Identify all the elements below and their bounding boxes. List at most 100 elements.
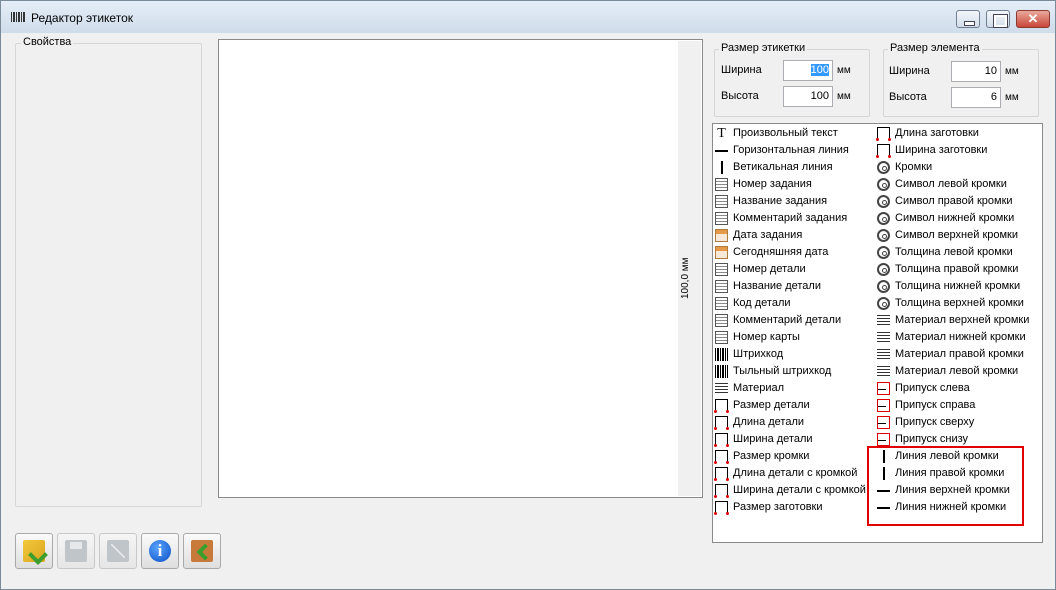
palette-item-label: Номер карты [733, 331, 800, 343]
palette-item-label: Ширина заготовки [895, 144, 988, 156]
element-height-unit: мм [1005, 92, 1019, 103]
palette-item-label: Комментарий задания [733, 212, 848, 224]
palette-item-label: Материал левой кромки [895, 365, 1019, 377]
spiral-icon [877, 263, 890, 276]
palette-item-label: Размер кромки [733, 450, 810, 462]
palette-item-label: Название задания [733, 195, 828, 207]
palette-item-label: Тыльный штрихкод [733, 365, 832, 377]
document-icon [715, 195, 728, 208]
horizontal-line-icon [877, 484, 890, 497]
palette-item-label: Линия правой кромки [895, 467, 1005, 479]
palette-item-label: Длина заготовки [895, 127, 979, 139]
dimension-icon [714, 416, 729, 430]
material-icon [877, 331, 890, 344]
palette-item-label: Припуск справа [895, 399, 976, 411]
title-bar[interactable]: Редактор этикеток ✕ [1, 1, 1055, 33]
label-height-unit: мм [837, 91, 851, 102]
dimension-icon [714, 501, 729, 515]
save-as-button[interactable] [99, 533, 137, 569]
label-editor-window: Редактор этикеток ✕ Свойства 100,0 мм Ра… [0, 0, 1056, 590]
spiral-icon [877, 297, 890, 310]
element-height-label: Высота [889, 91, 927, 103]
palette-item-label: Ветикальная линия [733, 161, 833, 173]
material-icon [877, 348, 890, 361]
dimension-icon [714, 399, 729, 413]
maximize-button[interactable] [986, 10, 1010, 28]
document-icon [715, 212, 728, 225]
properties-label: Свойства [21, 36, 74, 48]
dimension-icon [714, 484, 729, 498]
palette-item-label: Припуск снизу [895, 433, 969, 445]
exit-button[interactable] [183, 533, 221, 569]
palette-item-label: Линия нижней кромки [895, 501, 1007, 513]
palette-item-label: Размер заготовки [733, 501, 823, 513]
calendar-icon [715, 229, 728, 242]
info-button[interactable]: i [141, 533, 179, 569]
label-height-input[interactable]: 100 [783, 86, 833, 107]
palette-item-label: Символ левой кромки [895, 178, 1007, 190]
properties-panel[interactable] [15, 43, 202, 507]
element-width-unit: мм [1005, 66, 1019, 77]
palette-item-label: Штрихкод [733, 348, 784, 360]
document-icon [715, 280, 728, 293]
allowance-icon [877, 416, 890, 429]
open-button[interactable] [15, 533, 53, 569]
palette-item-label: Символ правой кромки [895, 195, 1013, 207]
palette-item-label: Материал [733, 382, 784, 394]
calendar-icon [715, 246, 728, 259]
palette-item-label: Символ нижней кромки [895, 212, 1015, 224]
label-canvas[interactable] [218, 39, 703, 498]
palette-item-label: Комментарий детали [733, 314, 842, 326]
open-folder-icon [23, 540, 45, 562]
minimize-button[interactable] [956, 10, 980, 28]
barcode-icon [715, 348, 728, 361]
dimension-icon [714, 433, 729, 447]
dimension-icon [876, 144, 891, 158]
material-icon [877, 314, 890, 327]
vertical-line-icon [877, 467, 890, 480]
save-button[interactable] [57, 533, 95, 569]
element-height-input[interactable]: 6 [951, 87, 1001, 108]
spiral-icon [877, 212, 890, 225]
element-width-label: Ширина [889, 65, 930, 77]
dimension-icon [876, 127, 891, 141]
palette-item-label: Кромки [895, 161, 933, 173]
element-width-input[interactable]: 10 [951, 61, 1001, 82]
label-height-label: Высота [721, 90, 759, 102]
palette-item-label: Код детали [733, 297, 791, 309]
palette-item-label: Длина детали [733, 416, 805, 428]
palette-item-label: Произвольный текст [733, 127, 838, 139]
palette-item-label: Толщина верхней кромки [895, 297, 1024, 309]
spiral-icon [877, 246, 890, 259]
palette-item-label: Название детали [733, 280, 821, 292]
palette-item-label: Ширина детали [733, 433, 813, 445]
info-icon: i [149, 540, 171, 562]
spiral-icon [877, 195, 890, 208]
material-icon [877, 365, 890, 378]
dimension-icon [714, 450, 729, 464]
vertical-line-icon [715, 161, 728, 174]
palette-item-label: Припуск слева [895, 382, 970, 394]
spiral-icon [877, 178, 890, 191]
document-icon [715, 314, 728, 327]
material-icon [715, 382, 728, 395]
barcode-app-icon [11, 12, 25, 22]
label-width-label: Ширина [721, 64, 762, 76]
allowance-icon [877, 433, 890, 446]
close-button[interactable]: ✕ [1016, 10, 1050, 28]
palette-item-label: Материал нижней кромки [895, 331, 1026, 343]
palette-item-label: Горизонтальная линия [733, 144, 849, 156]
allowance-icon [877, 399, 890, 412]
palette-item-label: Символ верхней кромки [895, 229, 1019, 241]
spiral-icon [877, 280, 890, 293]
palette-item-label: Ширина детали с кромкой [733, 484, 866, 496]
spiral-icon [877, 229, 890, 242]
close-icon: ✕ [1027, 11, 1039, 26]
label-width-input[interactable]: 100 [783, 60, 833, 81]
allowance-icon [877, 382, 890, 395]
document-icon [715, 331, 728, 344]
spiral-icon [877, 161, 890, 174]
palette-item-label: Толщина нижней кромки [895, 280, 1021, 292]
ruler-height-text: 100,0 мм [680, 257, 691, 299]
palette-item-label: Сегодняшняя дата [733, 246, 829, 258]
